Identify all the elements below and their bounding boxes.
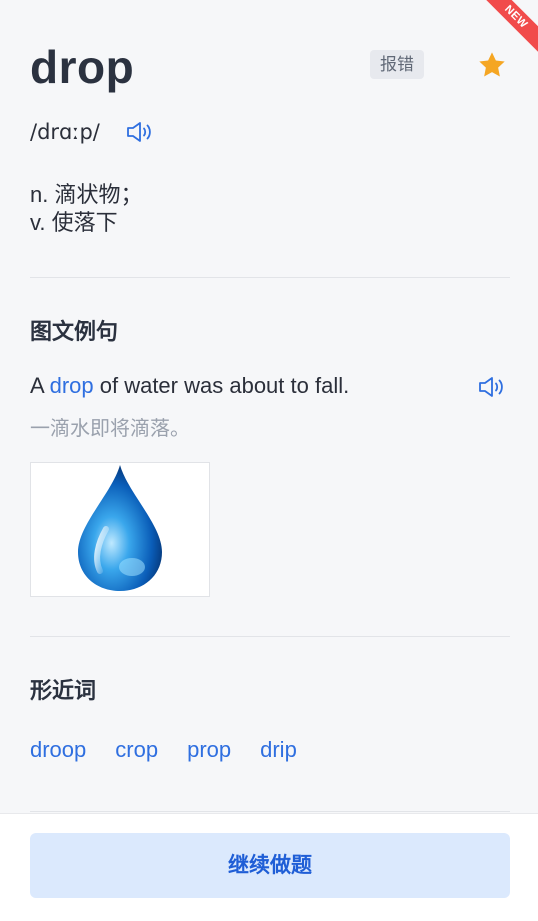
definition-verb: v. 使落下	[30, 210, 118, 235]
favorite-button[interactable]	[476, 49, 508, 81]
example-section-title: 图文例句	[30, 319, 119, 344]
star-icon	[479, 52, 505, 77]
water-drop-image	[78, 465, 162, 591]
speaker-icon	[479, 377, 503, 397]
similar-word-drip[interactable]: drip	[260, 737, 297, 763]
similar-word-prop[interactable]: prop	[187, 737, 231, 763]
example-translation: 一滴水即将滴落。	[30, 418, 190, 440]
definition-noun: n. 滴状物；	[30, 182, 143, 207]
word-title: drop	[30, 41, 135, 93]
sentence-suffix: of water was about to fall.	[93, 373, 350, 398]
similar-words-title: 形近词	[30, 678, 97, 703]
similar-word-droop[interactable]: droop	[30, 737, 86, 763]
divider	[30, 277, 510, 278]
similar-words-list: droop crop prop drip	[30, 737, 297, 763]
phonetic: /drɑːp/	[30, 120, 100, 144]
report-error-button[interactable]: 报错	[370, 50, 424, 79]
word-detail-page: NEW drop 报错 /drɑːp/ n. 滴状物； v. 使落下 图文例句 …	[0, 0, 538, 921]
sentence-prefix: A	[30, 373, 50, 398]
divider	[30, 811, 510, 812]
example-image[interactable]	[30, 462, 210, 597]
sentence-highlight-word: drop	[49, 373, 94, 398]
similar-word-crop[interactable]: crop	[115, 737, 158, 763]
bottom-bar: 继续做题	[0, 813, 538, 921]
definitions: n. 滴状物； v. 使落下	[30, 181, 142, 237]
example-sentence: A drop of water was about to fall.	[30, 373, 349, 399]
pronounce-button[interactable]	[125, 119, 155, 145]
speaker-icon	[127, 122, 151, 142]
divider	[30, 636, 510, 637]
sentence-pronounce-button[interactable]	[477, 374, 507, 400]
continue-button[interactable]: 继续做题	[30, 833, 510, 898]
